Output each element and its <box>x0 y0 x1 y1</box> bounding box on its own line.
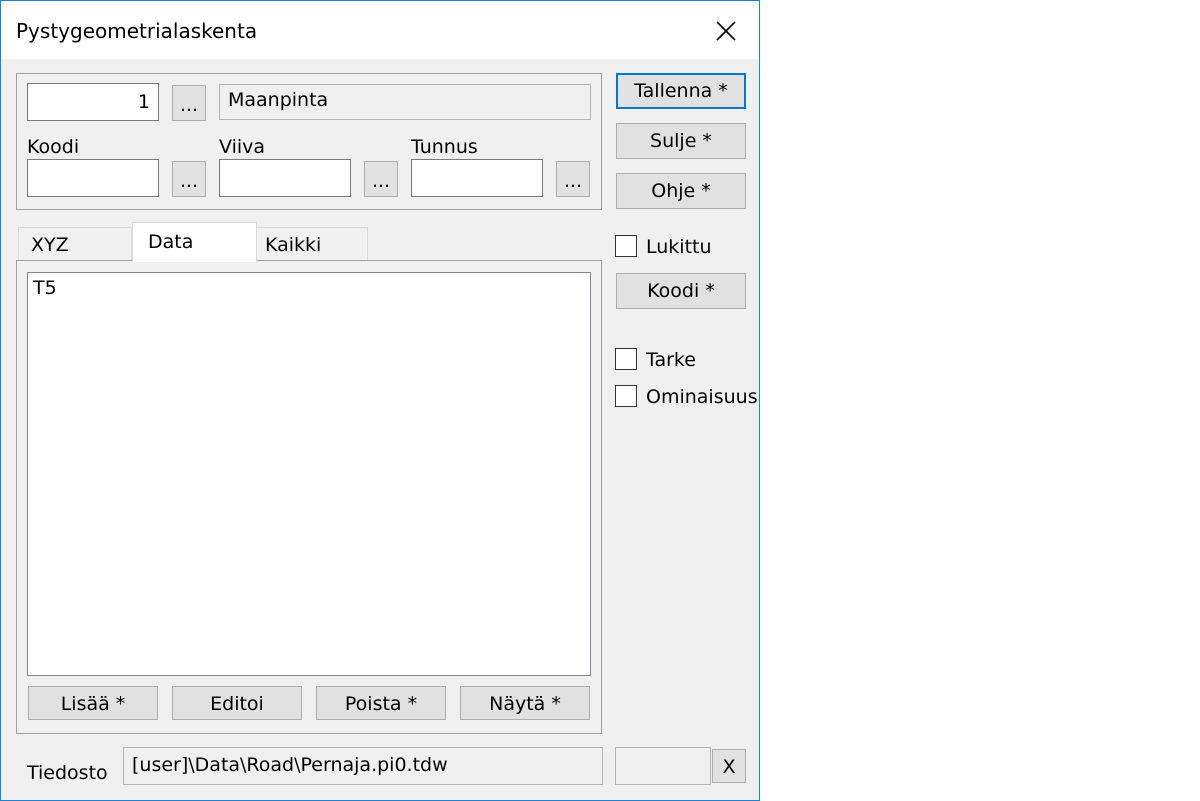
file-path-field: [user]\Data\Road\Pernaja.pi0.tdw <box>123 747 603 785</box>
viiva-label: Viiva <box>219 136 266 158</box>
edit-button[interactable]: Editoi <box>172 686 302 720</box>
tab-xyz-label: XYZ <box>31 234 69 256</box>
tunnus-label: Tunnus <box>411 136 478 158</box>
add-button[interactable]: Lisää * <box>28 686 158 720</box>
tab-data-label: Data <box>148 231 194 253</box>
delete-button[interactable]: Poista * <box>316 686 446 720</box>
viiva-field[interactable] <box>219 159 351 197</box>
koodi-browse-button[interactable]: ... <box>172 161 206 197</box>
tarke-label: Tarke <box>646 349 696 371</box>
list-item[interactable]: T5 <box>33 277 585 299</box>
close-icon <box>716 21 736 41</box>
koodi-label: Koodi <box>27 136 80 158</box>
close-button[interactable]: Sulje * <box>616 123 746 159</box>
ominaisuus-label: Ominaisuus <box>646 386 758 408</box>
file-extra-field <box>615 747 711 785</box>
tab-xyz[interactable]: XYZ <box>18 227 132 261</box>
dialog-window: Pystygeometrialaskenta 1 ... Maanpinta K… <box>0 0 760 801</box>
window-title: Pystygeometrialaskenta <box>16 19 258 43</box>
tunnus-field[interactable] <box>411 159 543 197</box>
number-field[interactable]: 1 <box>27 83 159 121</box>
ominaisuus-checkbox[interactable] <box>615 385 637 407</box>
save-button[interactable]: Tallenna * <box>616 73 746 109</box>
title-bar: Pystygeometrialaskenta <box>1 1 759 59</box>
tunnus-browse-button[interactable]: ... <box>556 161 590 197</box>
close-window-button[interactable] <box>704 9 748 53</box>
tab-data[interactable]: Data <box>132 222 257 262</box>
file-label: Tiedosto <box>27 762 108 784</box>
name-field: Maanpinta <box>219 84 591 120</box>
code-button[interactable]: Koodi * <box>616 273 746 309</box>
show-button[interactable]: Näytä * <box>460 686 590 720</box>
tarke-checkbox[interactable] <box>615 348 637 370</box>
koodi-field[interactable] <box>27 159 159 197</box>
help-button[interactable]: Ohje * <box>616 173 746 209</box>
tab-kaikki[interactable]: Kaikki <box>256 227 368 261</box>
viiva-browse-button[interactable]: ... <box>364 161 398 197</box>
locked-checkbox[interactable] <box>615 235 637 257</box>
clear-file-button[interactable]: X <box>712 749 746 783</box>
number-browse-button[interactable]: ... <box>172 85 206 121</box>
locked-label: Lukittu <box>646 236 712 258</box>
tab-kaikki-label: Kaikki <box>265 234 322 256</box>
data-list[interactable]: T5 <box>27 272 591 676</box>
